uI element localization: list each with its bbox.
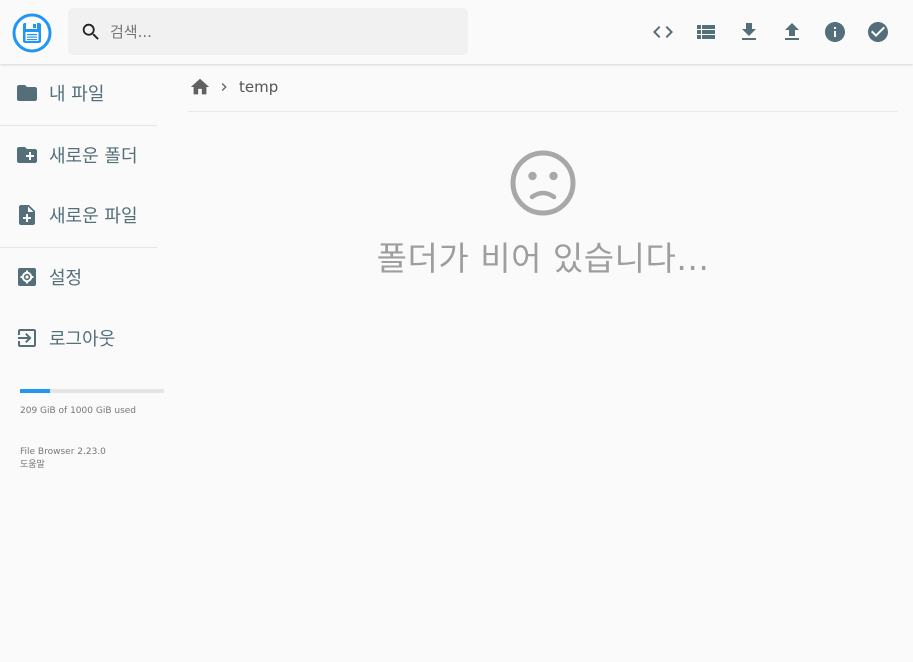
usage-text: 209 GiB of 1000 GiB used xyxy=(20,406,137,416)
sidebar-item-label: 새로운 폴더 xyxy=(49,146,138,167)
help-link[interactable]: 도움말 xyxy=(20,459,106,472)
note-add-icon xyxy=(19,205,35,225)
credits: File Browser 2.23.0 도움말 xyxy=(20,446,106,472)
code-view-button[interactable] xyxy=(641,18,684,46)
usage-progress-fill xyxy=(20,389,51,393)
sidebar-item-label: 내 파일 xyxy=(49,84,105,105)
sidebar-item-my-files[interactable]: 내 파일 xyxy=(0,65,157,121)
search-box[interactable] xyxy=(68,8,468,55)
sidebar-divider xyxy=(0,247,157,248)
file-browser-logo[interactable] xyxy=(12,13,52,53)
sidebar-item-logout[interactable]: 로그아웃 xyxy=(0,310,157,366)
home-icon[interactable] xyxy=(189,76,211,98)
sad-face-icon xyxy=(510,150,576,216)
sidebar-divider xyxy=(0,125,157,126)
info-button[interactable] xyxy=(813,18,856,46)
version-text: File Browser 2.23.0 xyxy=(20,447,106,457)
select-button[interactable] xyxy=(856,18,899,46)
folder-icon xyxy=(17,85,37,101)
disk-usage: 209 GiB of 1000 GiB used xyxy=(20,389,164,416)
view-list-icon xyxy=(696,25,715,39)
sidebar-item-label: 설정 xyxy=(49,268,83,289)
header-actions xyxy=(641,18,899,46)
search-icon xyxy=(82,23,99,40)
chevron-right-icon xyxy=(221,83,227,91)
empty-state: 폴더가 비어 있습니다... xyxy=(188,148,898,280)
sidebar: 내 파일 새로운 폴더 새로운 파일 설정 로그아웃 209 GiB of 10… xyxy=(0,64,164,662)
sidebar-item-settings[interactable]: 설정 xyxy=(0,249,157,305)
breadcrumb-item-temp[interactable]: temp xyxy=(239,78,278,96)
sidebar-item-label: 새로운 파일 xyxy=(49,206,138,227)
code-icon xyxy=(652,26,673,38)
sidebar-item-label: 로그아웃 xyxy=(49,329,116,350)
app-header xyxy=(0,0,913,64)
empty-folder-message: 폴더가 비어 있습니다... xyxy=(376,239,710,278)
search-input[interactable] xyxy=(110,8,460,55)
list-view-button[interactable] xyxy=(684,18,727,46)
settings-icon xyxy=(18,268,36,286)
create-new-folder-icon xyxy=(17,147,37,163)
breadcrumb: temp xyxy=(188,64,898,112)
upload-button[interactable] xyxy=(770,18,813,46)
usage-progress-bar xyxy=(20,389,164,393)
download-icon xyxy=(741,23,756,40)
upload-icon xyxy=(784,23,799,40)
info-icon xyxy=(824,22,845,42)
download-button[interactable] xyxy=(727,18,770,46)
check-circle-icon xyxy=(867,22,888,42)
sidebar-item-new-file[interactable]: 새로운 파일 xyxy=(0,187,157,243)
sidebar-item-new-folder[interactable]: 새로운 폴더 xyxy=(0,127,157,183)
exit-icon xyxy=(18,329,36,347)
